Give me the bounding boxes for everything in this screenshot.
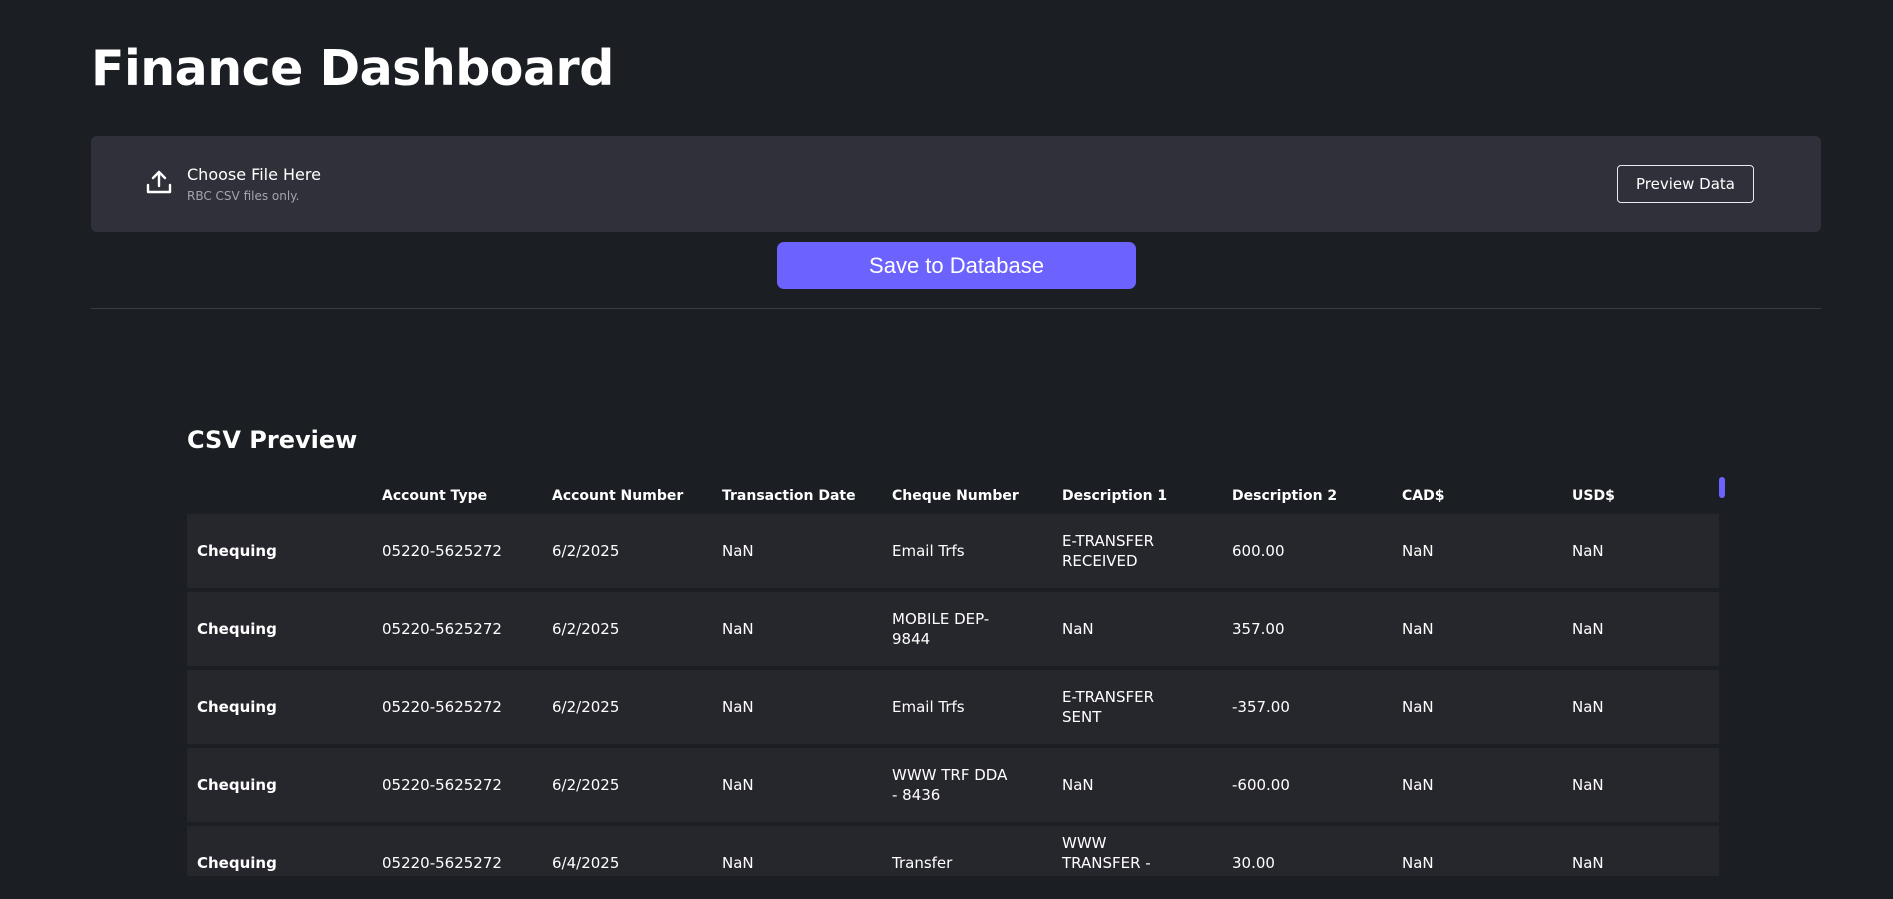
csv-preview-title: CSV Preview [187,426,358,454]
column-header-account-number: Account Number [552,488,684,504]
cell-cheque-number: Transfer [892,854,953,872]
cell-cheque-number: MOBILE DEP-9844 [892,610,990,648]
cell-cad: NaN [1402,620,1434,638]
cell-account-number: 6/2/2025 [552,620,620,638]
cell-description-2: -357.00 [1232,698,1290,716]
cell-transaction-date: NaN [722,854,754,872]
cell-transaction-date: NaN [722,620,754,638]
cell-cad: NaN [1402,854,1434,872]
cell-description-1: NaN [1062,776,1094,794]
column-header-usd: USD$ [1572,488,1615,504]
cell-account-number: 6/2/2025 [552,776,620,794]
column-header-description-1: Description 1 [1062,488,1168,504]
cell-description-2: 357.00 [1232,620,1285,638]
column-header-cheque-number: Cheque Number [892,488,1019,504]
cell-description-2: 600.00 [1232,542,1285,560]
cell-account-type: 05220-5625272 [382,854,502,872]
cell-cheque-number: WWW TRF DDA - 8436 [892,766,1008,804]
table-body: Chequing 05220-5625272 6/2/2025 NaN Email Tr… [187,514,1725,876]
table-row: Chequing 05220-5625272 6/2/2025 NaN Email Tr… [187,514,1719,588]
cell-description-2: 30.00 [1232,854,1275,872]
table-row: Chequing 05220-5625272 6/2/2025 NaN MOBILE D… [187,592,1719,666]
cell-account-number: 6/2/2025 [552,698,620,716]
table-row: Chequing 05220-5625272 6/4/2025 NaN Transfer… [187,826,1719,876]
cell-cad: NaN [1402,698,1434,716]
column-header-cad: CAD$ [1402,488,1445,504]
cell-usd: NaN [1572,698,1604,716]
cell-transaction-date: NaN [722,698,754,716]
preview-data-button[interactable]: Preview Data [1617,165,1754,203]
cell-account-type: 05220-5625272 [382,620,502,638]
table-scrollbar[interactable] [1719,477,1725,498]
page-title: Finance Dashboard [91,40,614,97]
cell-account-type: 05220-5625272 [382,698,502,716]
csv-preview-table[interactable]: Account Type Account Number Transaction Da… [187,478,1725,876]
cell-cheque-number: Email Trfs [892,698,965,716]
cell-account-type: 05220-5625272 [382,776,502,794]
cell-transaction-date: NaN [722,776,754,794]
column-header-account-type: Account Type [382,488,488,504]
save-to-database-button[interactable]: Save to Database [777,242,1136,289]
cell-usd: NaN [1572,542,1604,560]
cell-cad: NaN [1402,776,1434,794]
cell-row-label: Chequing [197,698,277,716]
cell-account-type: 05220-5625272 [382,542,502,560]
cell-cad: NaN [1402,542,1434,560]
cell-row-label: Chequing [197,542,277,560]
cell-usd: NaN [1572,776,1604,794]
cell-row-label: Chequing [197,854,277,872]
cell-usd: NaN [1572,854,1604,872]
cell-description-2: -600.00 [1232,776,1290,794]
file-type-hint: RBC CSV files only. [187,189,300,203]
cell-description-1: E-TRANSFER SENT [1062,688,1155,726]
cell-description-1: NaN [1062,620,1094,638]
table-row: Chequing 05220-5625272 6/2/2025 NaN Email Tr… [187,670,1719,744]
choose-file-label[interactable]: Choose File Here [187,165,321,184]
cell-account-number: 6/4/2025 [552,854,620,872]
cell-account-number: 6/2/2025 [552,542,620,560]
column-header-description-2: Description 2 [1232,488,1338,504]
cell-description-1: E-TRANSFER RECEIVED [1062,532,1155,570]
cell-cheque-number: Email Trfs [892,542,965,560]
cell-row-label: Chequing [197,620,277,638]
cell-description-1: WWW TRANSFER - 2361 [1062,834,1151,876]
divider [91,308,1821,309]
upload-icon[interactable] [145,168,173,196]
table-header: Account Type Account Number Transaction Da… [187,478,1719,514]
cell-usd: NaN [1572,620,1604,638]
table-row: Chequing 05220-5625272 6/2/2025 NaN WWW TRF … [187,748,1719,822]
column-header-transaction-date: Transaction Date [722,488,856,504]
cell-row-label: Chequing [197,776,277,794]
cell-transaction-date: NaN [722,542,754,560]
file-upload-panel[interactable]: Choose File Here RBC CSV files only. Pre… [91,136,1821,232]
page-bottom [0,876,1893,899]
